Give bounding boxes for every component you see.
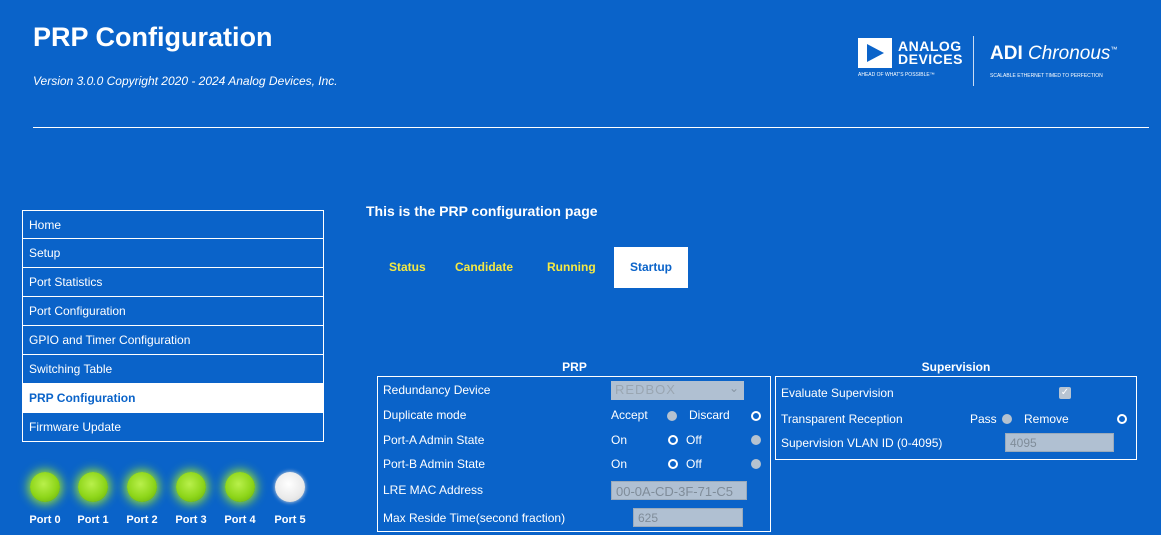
lre-mac-address-label: LRE MAC Address — [383, 483, 484, 497]
duplicate-mode-discard-radio[interactable] — [751, 411, 761, 421]
port-led-icon — [78, 472, 108, 502]
duplicate-mode-discard-label: Discard — [689, 408, 730, 422]
port-label: Port 2 — [126, 514, 158, 526]
transparent-reception-pass-label: Pass — [970, 412, 997, 426]
transparent-reception-remove-label: Remove — [1024, 412, 1069, 426]
evaluate-supervision-label: Evaluate Supervision — [781, 386, 894, 400]
sidebar-item-firmware-update[interactable]: Firmware Update — [22, 413, 324, 442]
port-led-icon — [176, 472, 206, 502]
adi-chronous-logo: ADI Chronous™ — [990, 43, 1117, 65]
adi-logo-line2: DEVICES — [898, 51, 963, 67]
header-divider — [33, 127, 1149, 128]
port-a-admin-state-label: Port-A Admin State — [383, 433, 485, 447]
port-5-indicator: Port 5 — [265, 472, 315, 526]
supervision-settings-box: Evaluate Supervision ✓ Transparent Recep… — [775, 376, 1137, 460]
port-label: Port 0 — [29, 514, 61, 526]
page-heading: This is the PRP configuration page — [366, 203, 598, 219]
tab-status[interactable]: Status — [389, 247, 426, 288]
port-led-icon — [275, 472, 305, 502]
transparent-reception-label: Transparent Reception — [781, 412, 903, 426]
analog-devices-logo: ANALOG DEVICES AHEAD OF WHAT'S POSSIBLE™ — [858, 36, 968, 86]
transparent-reception-pass-radio[interactable] — [1002, 414, 1012, 424]
tab-running[interactable]: Running — [547, 247, 596, 288]
port-3-indicator: Port 3 — [166, 472, 216, 526]
supervision-vlan-id-label: Supervision VLAN ID (0-4095) — [781, 436, 943, 450]
prp-settings-box: Redundancy Device REDBOX ⌄ Duplicate mod… — [377, 376, 771, 532]
chronous-tagline: SCALABLE ETHERNET TIMED TO PERFECTION — [990, 73, 1103, 79]
max-reside-time-input[interactable]: 625 — [633, 508, 743, 527]
duplicate-mode-accept-radio[interactable] — [667, 411, 677, 421]
port-led-icon — [225, 472, 255, 502]
port-b-off-label: Off — [686, 457, 702, 471]
page-title: PRP Configuration — [33, 22, 273, 52]
port-b-off-radio[interactable] — [751, 459, 761, 469]
port-a-off-radio[interactable] — [751, 435, 761, 445]
chevron-down-icon: ⌄ — [728, 381, 740, 395]
port-label: Port 4 — [224, 514, 256, 526]
port-b-on-radio[interactable] — [668, 459, 678, 469]
port-b-admin-state-label: Port-B Admin State — [383, 457, 486, 471]
redundancy-device-value: REDBOX — [615, 382, 676, 397]
chronous-prefix: ADI — [990, 43, 1023, 64]
redundancy-device-label: Redundancy Device — [383, 383, 491, 397]
port-a-on-radio[interactable] — [668, 435, 678, 445]
version-text: Version 3.0.0 Copyright 2020 - 2024 Anal… — [33, 74, 338, 88]
duplicate-mode-label: Duplicate mode — [383, 408, 467, 422]
transparent-reception-remove-radio[interactable] — [1117, 414, 1127, 424]
chronous-name: Chronous — [1028, 43, 1111, 64]
sidebar-item-port-statistics[interactable]: Port Statistics — [22, 268, 324, 297]
analog-devices-triangle-icon — [858, 38, 892, 68]
sidebar-item-setup[interactable]: Setup — [22, 239, 324, 268]
sidebar-nav: Home Setup Port Statistics Port Configur… — [22, 210, 324, 442]
port-4-indicator: Port 4 — [215, 472, 265, 526]
port-2-indicator: Port 2 — [117, 472, 167, 526]
port-1-indicator: Port 1 — [68, 472, 118, 526]
port-led-icon — [127, 472, 157, 502]
lre-mac-address-input[interactable]: 00-0A-CD-3F-71-C5 — [611, 481, 747, 500]
logo-divider — [973, 36, 974, 86]
sidebar-item-port-configuration[interactable]: Port Configuration — [22, 297, 324, 326]
port-a-on-label: On — [611, 433, 628, 447]
redundancy-device-select[interactable]: REDBOX ⌄ — [611, 381, 744, 400]
port-label: Port 1 — [77, 514, 109, 526]
tab-startup[interactable]: Startup — [614, 247, 688, 288]
sidebar-item-switching-table[interactable]: Switching Table — [22, 355, 324, 384]
duplicate-mode-accept-label: Accept — [611, 408, 648, 422]
port-b-on-label: On — [611, 457, 628, 471]
sidebar-item-gpio-timer-configuration[interactable]: GPIO and Timer Configuration — [22, 326, 324, 355]
sidebar-item-home[interactable]: Home — [22, 210, 324, 239]
adi-logo-tagline: AHEAD OF WHAT'S POSSIBLE™ — [858, 72, 935, 78]
port-label: Port 5 — [274, 514, 306, 526]
tab-candidate[interactable]: Candidate — [455, 247, 513, 288]
supervision-section-title: Supervision — [921, 360, 991, 374]
max-reside-time-label: Max Reside Time(second fraction) — [383, 511, 566, 525]
evaluate-supervision-checkbox[interactable]: ✓ — [1059, 387, 1071, 399]
port-led-icon — [30, 472, 60, 502]
port-0-indicator: Port 0 — [20, 472, 70, 526]
sidebar-item-prp-configuration[interactable]: PRP Configuration — [22, 384, 324, 413]
prp-section-title: PRP — [562, 360, 587, 374]
chronous-tm: ™ — [1110, 46, 1118, 54]
supervision-vlan-id-input[interactable]: 4095 — [1005, 433, 1114, 452]
port-a-off-label: Off — [686, 433, 702, 447]
port-label: Port 3 — [175, 514, 207, 526]
